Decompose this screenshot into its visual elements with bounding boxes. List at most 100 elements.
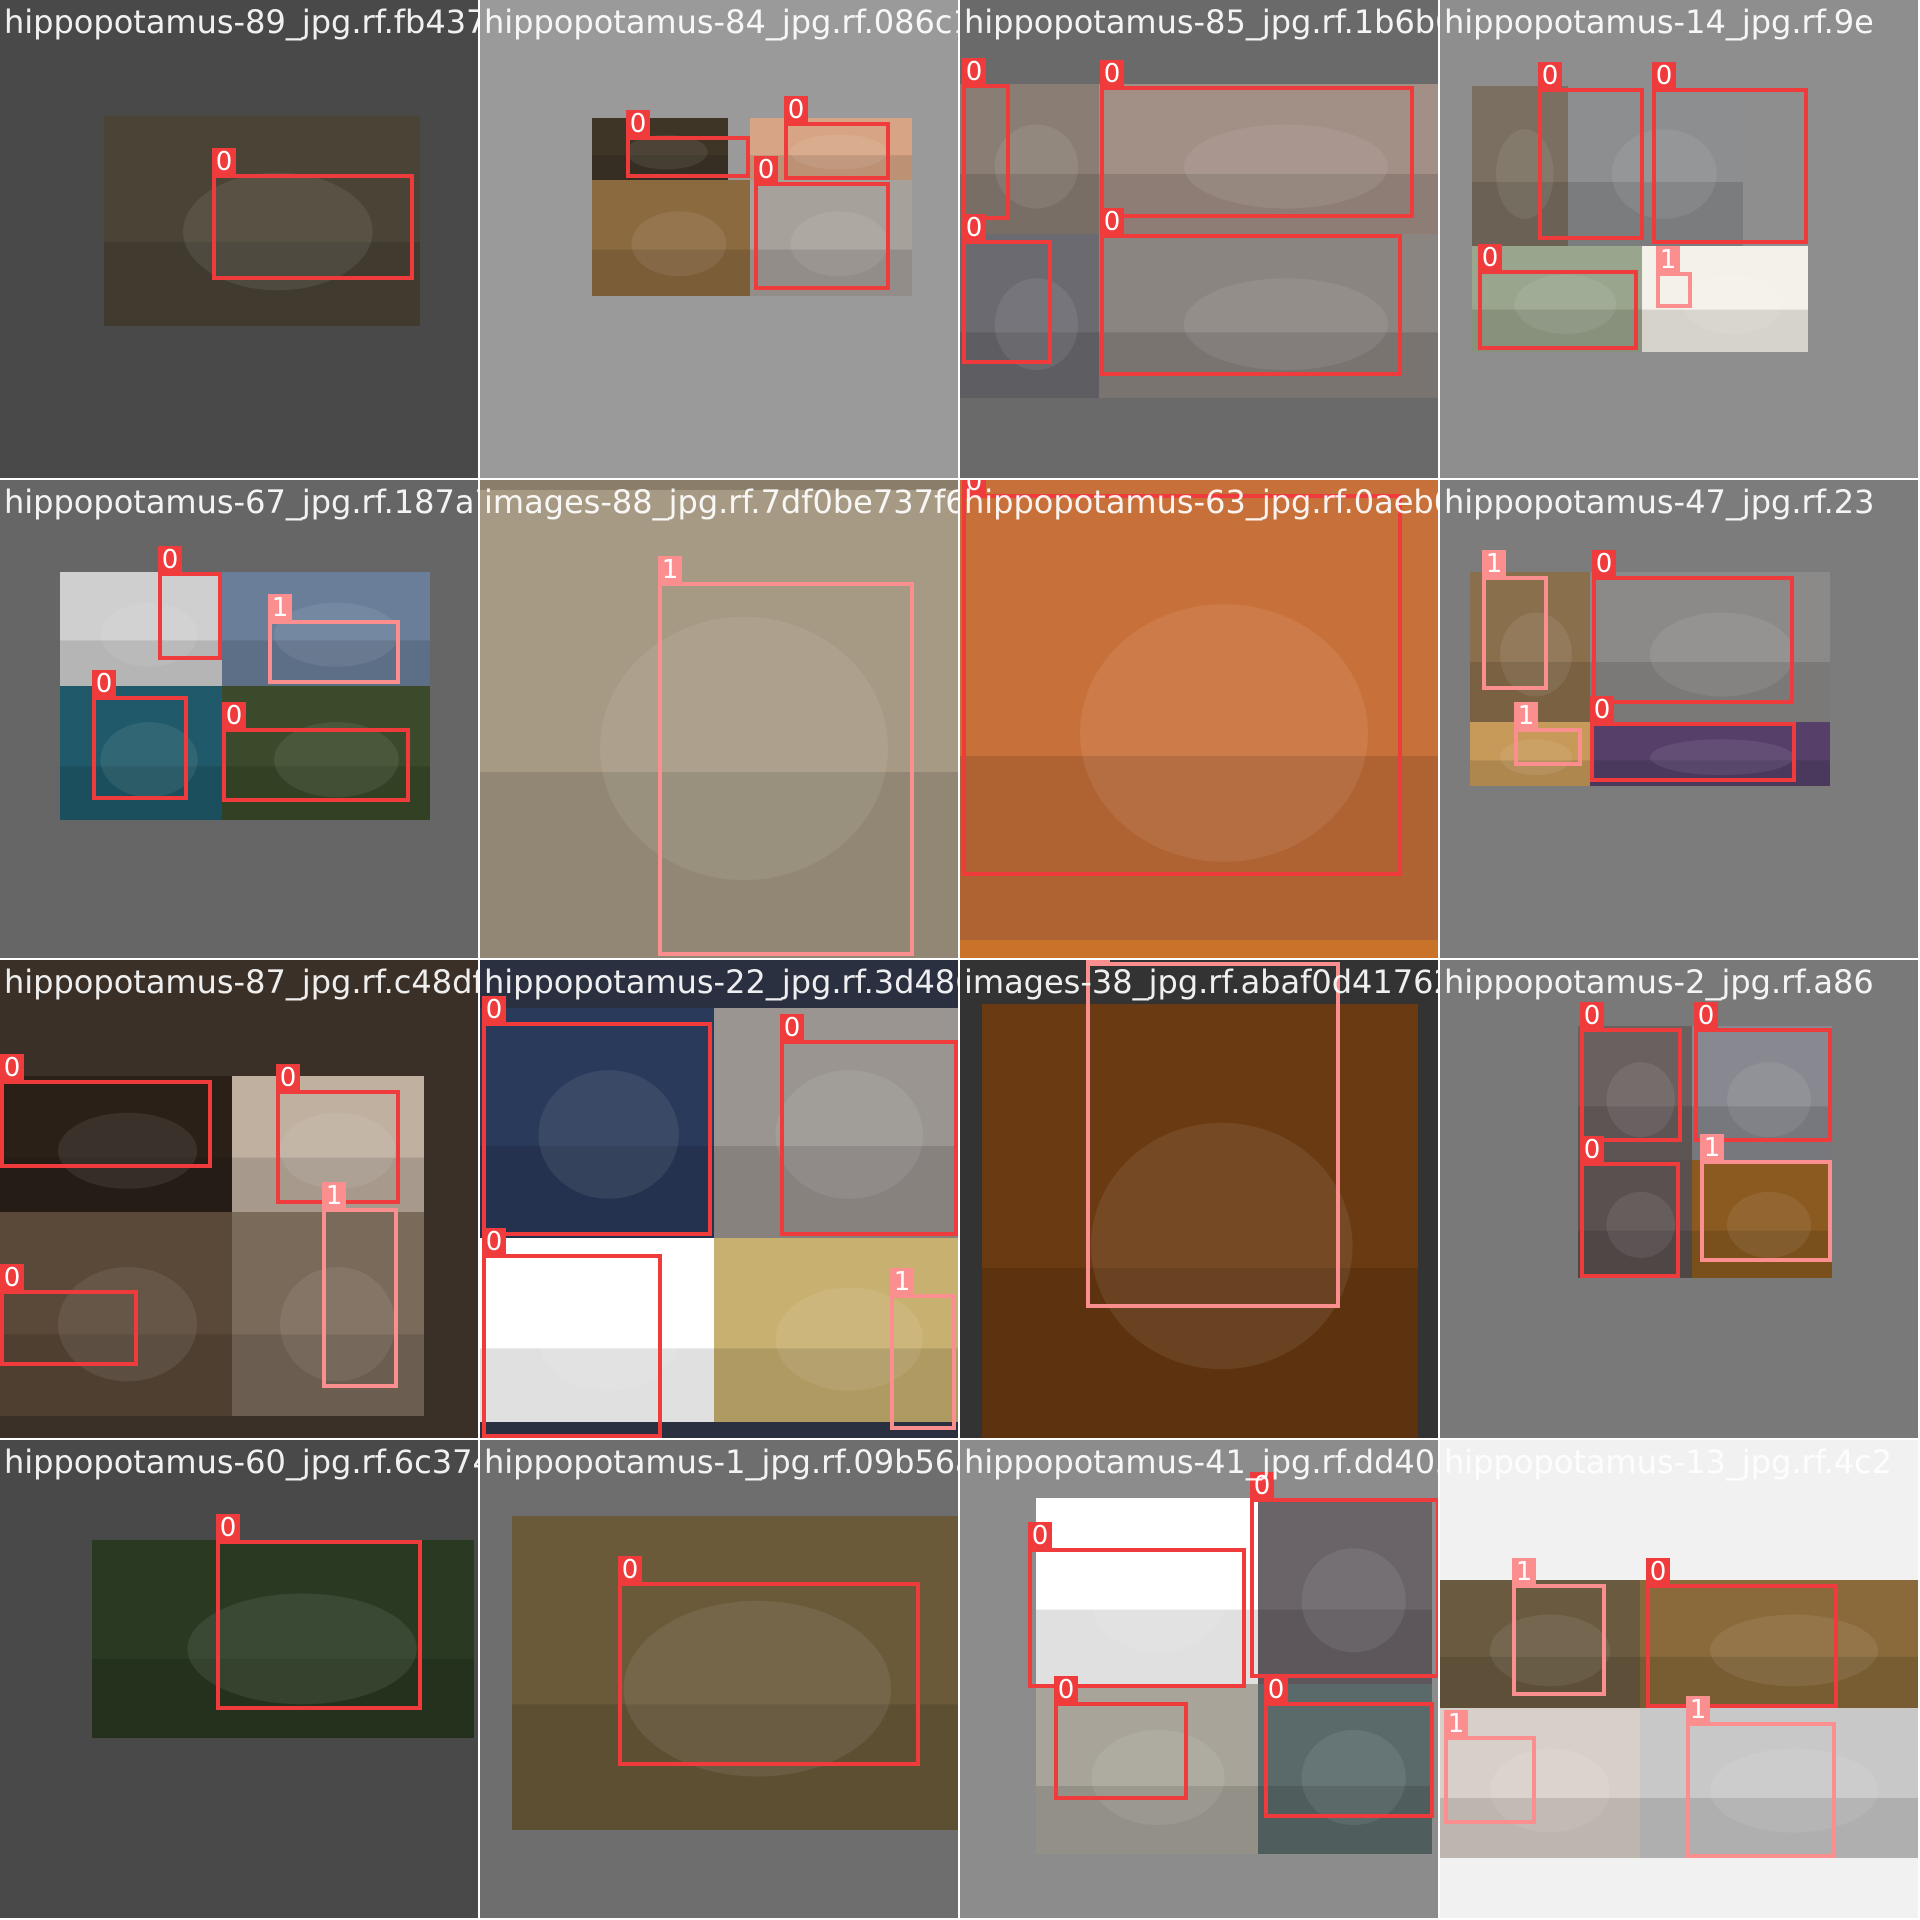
bbox-lion: 1 bbox=[268, 594, 400, 684]
bbox-lion: 1 bbox=[658, 556, 914, 956]
bbox-class-label: 0 bbox=[1100, 60, 1124, 88]
mosaic-tile: 0 0 1 0 hippopotamus-87_jpg.rf.c48df372e10a8… bbox=[0, 960, 478, 1438]
bbox-class-label: 0 bbox=[1580, 1002, 1604, 1030]
tile-filename: hippopotamus-22_jpg.rf.3d4861a162d2802fc bbox=[484, 963, 958, 1001]
bbox-class-label: 0 bbox=[1646, 1558, 1670, 1586]
tile-filename: hippopotamus-87_jpg.rf.c48df372e10a89a22 bbox=[4, 963, 478, 1001]
bbox-class-label: 0 bbox=[1478, 244, 1502, 272]
tile-filename: hippopotamus-89_jpg.rf.fb43718180d3b85b5… bbox=[4, 3, 478, 41]
bbox-class-label: 0 bbox=[482, 1228, 506, 1256]
bbox-hippopotamus: 0 bbox=[0, 1054, 212, 1168]
bbox-class-label: 0 bbox=[276, 1064, 300, 1092]
mosaic-tile: 0 0 0 0 hippopotamus-85_jpg.rf.1b6b0e9d3147a… bbox=[960, 0, 1438, 478]
mosaic-tile: 1 images-88_jpg.rf.7df0be737f6b5d42ebdb3 bbox=[480, 480, 958, 958]
mosaic-tile: 0 0 0 hippopotamus-84_jpg.rf.086c19695e399e… bbox=[480, 0, 958, 478]
bbox-hippopotamus: 0 bbox=[482, 996, 712, 1236]
tile-filename: images-38_jpg.rf.abaf0d4176257e4b5792 bbox=[964, 963, 1438, 1001]
mosaic-tile: 0 hippopotamus-60_jpg.rf.6c37460aa21c6c18… bbox=[0, 1440, 478, 1918]
bbox-class-label: 0 bbox=[0, 1054, 24, 1082]
tile-filename: hippopotamus-2_jpg.rf.a86 bbox=[1444, 963, 1874, 1001]
bbox-hippopotamus: 0 bbox=[1250, 1472, 1438, 1678]
bbox-hippopotamus: 0 bbox=[1538, 62, 1644, 240]
bbox-hippopotamus: 0 bbox=[158, 546, 222, 660]
tile-filename: hippopotamus-13_jpg.rf.4c2 bbox=[1444, 1443, 1893, 1481]
bbox-hippopotamus: 0 bbox=[92, 670, 188, 800]
mosaic-tile: 0000hippopotamus-41_jpg.rf.dd4034a5f88d3… bbox=[960, 1440, 1438, 1918]
bbox-class-label: 0 bbox=[1652, 62, 1676, 90]
bbox-hippopotamus: 0 bbox=[1592, 550, 1794, 704]
bbox-hippopotamus: 0 bbox=[1580, 1002, 1682, 1142]
bbox-hippopotamus: 0 bbox=[1054, 1676, 1188, 1800]
bbox-hippopotamus: 0 bbox=[1028, 1522, 1246, 1688]
bbox-class-label: 1 bbox=[1686, 1696, 1710, 1724]
tile-photo bbox=[0, 1076, 424, 1416]
bbox-hippopotamus: 0 bbox=[1646, 1558, 1838, 1708]
bbox-hippopotamus: 0 bbox=[1100, 60, 1414, 218]
bbox-hippopotamus: 0 bbox=[222, 702, 410, 802]
bbox-hippopotamus: 0 bbox=[962, 214, 1052, 364]
bbox-lion: 1 bbox=[322, 1182, 398, 1388]
mosaic-tile: 0 1 0 0 hippopotamus-67_jpg.rf.187a7ae35382a… bbox=[0, 480, 478, 958]
bbox-class-label: 0 bbox=[1592, 550, 1616, 578]
bbox-class-label: 0 bbox=[784, 96, 808, 124]
mosaic-tile: 0hippopotamus-63_jpg.rf.0aeb08275c5deb91… bbox=[960, 480, 1438, 958]
bbox-class-label: 0 bbox=[222, 702, 246, 730]
tile-filename: images-88_jpg.rf.7df0be737f6b5d42ebdb3 bbox=[484, 483, 958, 521]
bbox-class-label: 0 bbox=[1538, 62, 1562, 90]
bbox-class-label: 0 bbox=[158, 546, 182, 574]
bbox-hippopotamus: 0 bbox=[618, 1556, 920, 1766]
tile-filename: hippopotamus-47_jpg.rf.23 bbox=[1444, 483, 1875, 521]
tile-filename: hippopotamus-67_jpg.rf.187a7ae35382afc5 bbox=[4, 483, 478, 521]
bbox-class-label: 0 bbox=[0, 1264, 24, 1292]
bbox-hippopotamus: 0 bbox=[212, 148, 414, 280]
tile-filename: hippopotamus-14_jpg.rf.9e bbox=[1444, 3, 1874, 41]
mosaic-tile: 0 0 0 1 hippopotamus-2_jpg.rf.a86 bbox=[1440, 960, 1918, 1438]
tile-filename: hippopotamus-84_jpg.rf.086c19695e399e383 bbox=[484, 3, 958, 41]
bbox-class-label: 0 bbox=[1028, 1522, 1052, 1550]
bbox-class-label: 1 bbox=[658, 556, 682, 584]
bbox-hippopotamus: 0 bbox=[754, 156, 890, 290]
bbox-class-label: 0 bbox=[1054, 1676, 1078, 1704]
mosaic-tile: 0 hippopotamus-89_jpg.rf.fb43718180d3b85b… bbox=[0, 0, 478, 478]
bbox-class-label: 0 bbox=[212, 148, 236, 176]
mosaic-tile: 0 0 0 1 hippopotamus-14_jpg.rf.9e bbox=[1440, 0, 1918, 478]
mosaic-grid: 0 hippopotamus-89_jpg.rf.fb43718180d3b85b… bbox=[0, 0, 1920, 1920]
bbox-class-label: 1 bbox=[890, 1268, 914, 1296]
bbox-lion: 1 bbox=[890, 1268, 956, 1430]
bbox-lion: 1 bbox=[1086, 960, 1340, 1308]
bbox-lion: 1 bbox=[1514, 702, 1582, 766]
photo-crop bbox=[592, 180, 750, 296]
bbox-class-label: 1 bbox=[1656, 246, 1680, 274]
bbox-hippopotamus: 0 bbox=[626, 110, 750, 178]
bbox-hippopotamus: 0 bbox=[780, 1014, 958, 1236]
bbox-lion: 1 bbox=[1444, 1710, 1536, 1824]
bbox-class-label: 0 bbox=[1694, 1002, 1718, 1030]
bbox-lion: 1 bbox=[1482, 550, 1548, 690]
bbox-class-label: 0 bbox=[1100, 208, 1124, 236]
bbox-class-label: 1 bbox=[1700, 1134, 1724, 1162]
tile-filename: hippopotamus-60_jpg.rf.6c37460aa21c6c18f… bbox=[4, 1443, 478, 1481]
bbox-lion: 1 bbox=[1656, 246, 1692, 308]
bbox-hippopotamus: 0 bbox=[962, 58, 1010, 220]
bbox-class-label: 1 bbox=[1482, 550, 1506, 578]
bbox-class-label: 0 bbox=[780, 1014, 804, 1042]
bbox-class-label: 0 bbox=[626, 110, 650, 138]
bbox-class-label: 0 bbox=[92, 670, 116, 698]
bbox-hippopotamus: 0 bbox=[1694, 1002, 1832, 1142]
mosaic-tile: 1 0 1 1 hippopotamus-13_jpg.rf.4c2 bbox=[1440, 1440, 1918, 1918]
tile-filename: hippopotamus-63_jpg.rf.0aeb08275c5deb914… bbox=[964, 483, 1438, 521]
bbox-class-label: 1 bbox=[322, 1182, 346, 1210]
bbox-hippopotamus: 0 bbox=[784, 96, 890, 180]
bbox-class-label: 1 bbox=[1512, 1558, 1536, 1586]
bbox-lion: 1 bbox=[1512, 1558, 1606, 1696]
mosaic-tile: 0 hippopotamus-1_jpg.rf.09b56a3313aaf7130 bbox=[480, 1440, 958, 1918]
bbox-class-label: 0 bbox=[618, 1556, 642, 1584]
mosaic-tile: 1 0 1 0 hippopotamus-47_jpg.rf.23 bbox=[1440, 480, 1918, 958]
mosaic-tile: 1images-38_jpg.rf.abaf0d4176257e4b5792 bbox=[960, 960, 1438, 1438]
bbox-lion: 1 bbox=[1700, 1134, 1832, 1262]
bbox-hippopotamus: 0 bbox=[482, 1228, 662, 1438]
tile-filename: hippopotamus-41_jpg.rf.dd4034a5f88d3413 bbox=[964, 1443, 1438, 1481]
bbox-class-label: 1 bbox=[268, 594, 292, 622]
bbox-hippopotamus: 0 bbox=[1478, 244, 1638, 350]
bbox-hippopotamus: 0 bbox=[0, 1264, 138, 1366]
